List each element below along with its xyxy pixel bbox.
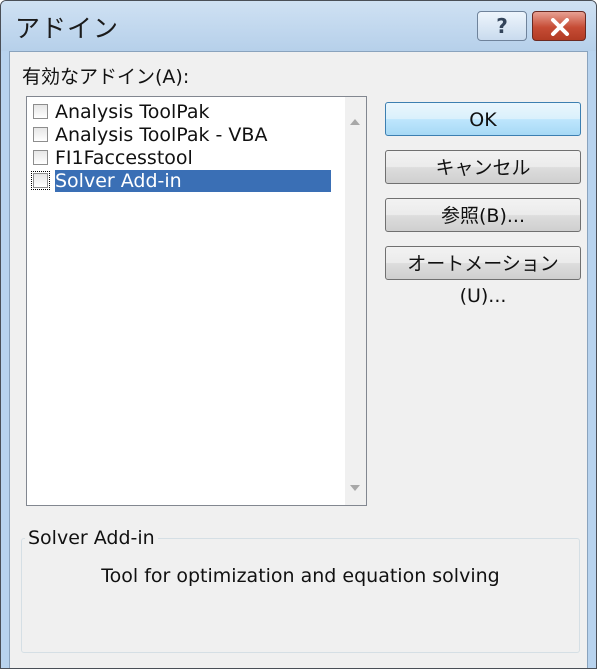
description-text: Tool for optimization and equation solvi… (101, 565, 500, 587)
list-item-analysis-toolpak-vba[interactable]: Analysis ToolPak - VBA (30, 124, 330, 146)
close-button[interactable] (532, 11, 586, 41)
help-button[interactable]: ? (477, 11, 527, 41)
description-group: Solver Add-in Tool for optimization and … (21, 527, 580, 653)
automation-button[interactable]: オートメーション(U)... (385, 246, 581, 307)
help-icon: ? (496, 14, 508, 38)
checkbox-analysis-toolpak[interactable] (33, 104, 48, 119)
cancel-button[interactable]: キャンセル (385, 150, 581, 184)
list-item-analysis-toolpak[interactable]: Analysis ToolPak (30, 101, 330, 123)
list-item-label: FI1Faccesstool (55, 147, 193, 169)
checkbox-solver-add-in[interactable] (31, 171, 50, 190)
list-item-fi1faccesstool[interactable]: FI1Faccesstool (30, 147, 330, 169)
browse-button[interactable]: 参照(B)... (385, 198, 581, 232)
dialog-client-area: 有効なアドイン(A): Analysis ToolPak Analysis To… (9, 51, 588, 668)
list-item-label: Analysis ToolPak - VBA (55, 124, 268, 146)
ok-button[interactable]: OK (385, 102, 581, 136)
addins-list-label: 有効なアドイン(A): (22, 66, 190, 88)
window-title: アドイン (15, 14, 120, 43)
listbox-scrollbar[interactable] (345, 97, 366, 505)
addins-dialog: アドイン ? 有効なアドイン(A): Analysis ToolPak Anal… (0, 0, 597, 669)
checkbox-fi1faccesstool[interactable] (33, 150, 48, 165)
checkbox-analysis-toolpak-vba[interactable] (33, 127, 48, 142)
list-item-label: Solver Add-in (55, 170, 331, 192)
close-icon (551, 18, 569, 36)
title-bar[interactable]: アドイン ? (1, 1, 596, 51)
scroll-down-arrow-icon[interactable] (350, 485, 360, 491)
list-item-solver-add-in[interactable]: Solver Add-in (30, 170, 331, 192)
scroll-up-arrow-icon[interactable] (350, 119, 360, 125)
list-item-label: Analysis ToolPak (55, 101, 210, 123)
description-title: Solver Add-in (25, 527, 158, 549)
addins-listbox[interactable]: Analysis ToolPak Analysis ToolPak - VBA … (26, 96, 367, 506)
